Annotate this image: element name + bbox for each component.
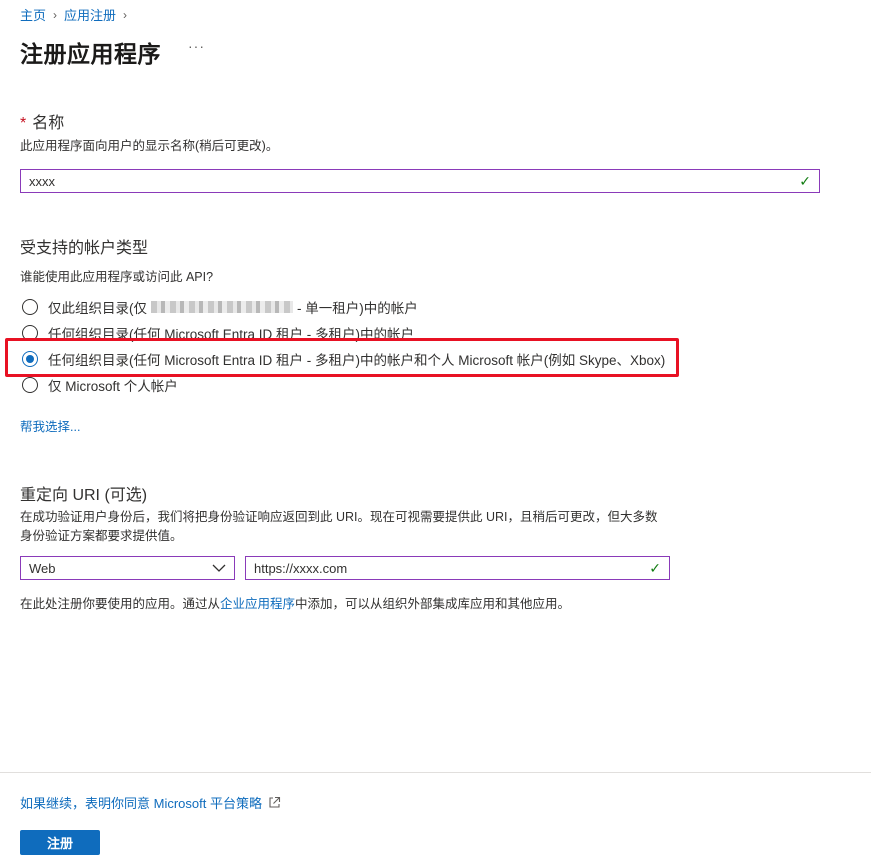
redirect-uri-value: https://xxxx.com	[254, 560, 348, 576]
account-type-option-single-tenant[interactable]: 仅此组织目录(仅 - 单一租户)中的帐户	[22, 297, 418, 317]
radio-button[interactable]	[22, 299, 38, 315]
chevron-down-icon	[212, 564, 226, 572]
policy-link-text: 如果继续，表明你同意 Microsoft 平台策略	[20, 796, 262, 811]
help-me-choose-link[interactable]: 帮我选择...	[20, 416, 80, 435]
option-label-suffix: - 单一租户)中的帐户	[297, 301, 418, 316]
required-mark: *	[20, 115, 27, 132]
breadcrumb: 主页 › 应用注册 ›	[20, 5, 134, 24]
account-types-question: 谁能使用此应用程序或访问此 API?	[20, 270, 214, 284]
name-label: 名称	[32, 115, 65, 132]
redirect-description-line2: 身份验证方案都要求提供值。	[20, 529, 183, 543]
enterprise-apps-link[interactable]: 企业应用程序	[220, 597, 295, 611]
redirect-uri-input[interactable]: https://xxxx.com ✓	[245, 556, 670, 580]
footer-divider	[0, 772, 871, 773]
platform-select[interactable]: Web	[20, 556, 235, 580]
chevron-right-icon: ›	[123, 7, 128, 22]
name-input-value: xxxx	[29, 173, 55, 189]
option-label: 仅 Microsoft 个人帐户	[48, 379, 178, 394]
redirect-description-line1: 在成功验证用户身份后，我们将把身份验证响应返回到此 URI。现在可视需要提供此 …	[20, 510, 658, 524]
register-button[interactable]: 注册	[20, 830, 100, 855]
note-text: 在此处注册你要使用的应用。通过从	[20, 597, 221, 611]
checkmark-icon: ✓	[649, 559, 661, 576]
more-options-icon[interactable]: ···	[188, 38, 205, 54]
checkmark-icon: ✓	[799, 172, 811, 189]
name-description: 此应用程序面向用户的显示名称(稍后可更改)。	[20, 139, 279, 153]
page-title: 注册应用程序	[20, 41, 161, 67]
chevron-right-icon: ›	[53, 7, 58, 22]
redirect-note: 在此处注册你要使用的应用。通过从企业应用程序中添加，可以从组织外部集成库应用和其…	[20, 595, 570, 614]
name-section-title: * 名称	[20, 109, 64, 133]
annotation-highlight-box	[5, 338, 679, 377]
redacted-tenant-name	[151, 301, 293, 313]
redirect-uri-title: 重定向 URI (可选)	[20, 487, 148, 504]
breadcrumb-app-registrations-link[interactable]: 应用注册	[64, 5, 116, 24]
note-text: 中添加，可以从组织外部集成库应用和其他应用。	[295, 597, 571, 611]
breadcrumb-home-link[interactable]: 主页	[20, 5, 46, 24]
platform-select-value: Web	[29, 560, 56, 576]
account-type-option-personal-only[interactable]: 仅 Microsoft 个人帐户	[22, 375, 178, 395]
account-types-title: 受支持的帐户类型	[20, 240, 149, 257]
name-input[interactable]: xxxx ✓	[20, 169, 820, 193]
open-in-new-icon	[269, 796, 281, 808]
redirect-uri-description: 在成功验证用户身份后，我们将把身份验证响应返回到此 URI。现在可视需要提供此 …	[20, 508, 700, 546]
option-label-prefix: 仅此组织目录(仅	[48, 301, 147, 316]
platform-policy-link[interactable]: 如果继续，表明你同意 Microsoft 平台策略	[20, 793, 281, 812]
radio-button[interactable]	[22, 377, 38, 393]
